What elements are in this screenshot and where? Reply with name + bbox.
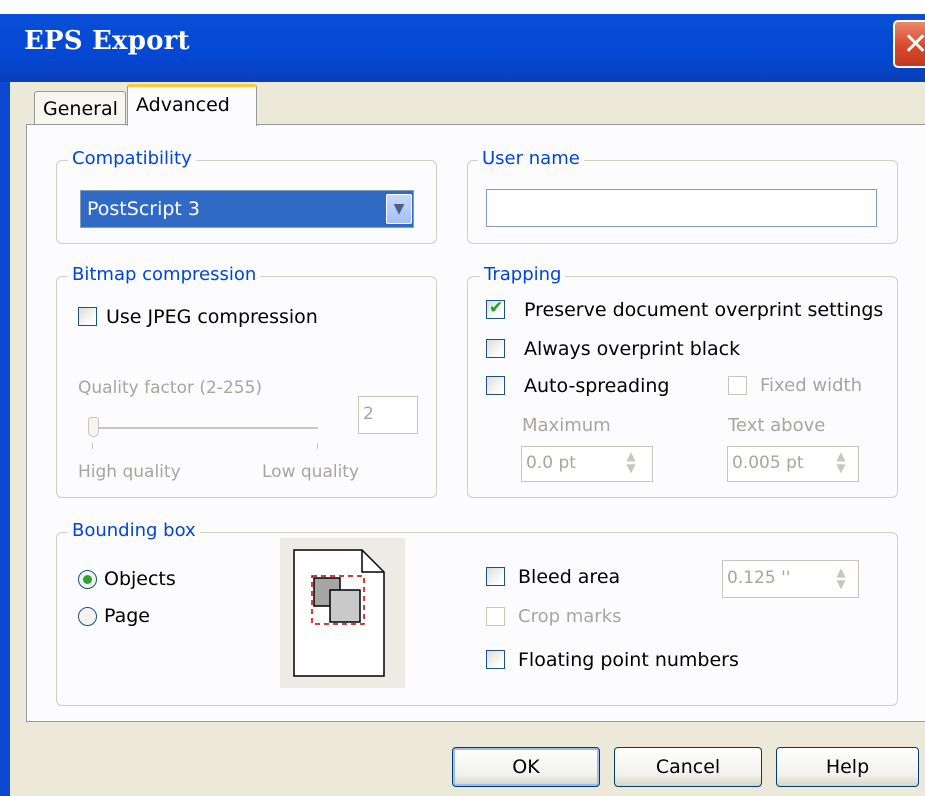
bleed-area-value: 0.125 '': [727, 568, 791, 588]
page-label: Page: [104, 605, 150, 627]
text-above-value: 0.005 pt: [732, 453, 804, 473]
quality-factor-label: Quality factor (2-255): [78, 378, 263, 398]
window-title: EPS Export: [24, 26, 190, 56]
checkmark-icon: ✔: [489, 298, 504, 318]
overprint-black-label: Always overprint black: [524, 338, 741, 360]
compatibility-legend: Compatibility: [68, 148, 196, 170]
slider-tick-high: [92, 443, 93, 449]
text-above-spin-arrows-icon[interactable]: ▲ ▼: [826, 450, 856, 476]
user-name-input[interactable]: [486, 189, 877, 227]
page-preview-icon: [293, 549, 385, 677]
objects-label: Objects: [104, 568, 176, 590]
bleed-area-label: Bleed area: [518, 566, 621, 588]
maximum-value: 0.0 pt: [526, 453, 576, 473]
bitmap-compression-legend: Bitmap compression: [68, 264, 261, 286]
high-quality-label: High quality: [78, 462, 181, 482]
chevron-down-icon[interactable]: ▼: [386, 194, 412, 224]
quality-slider-track[interactable]: [92, 427, 318, 429]
text-above-label: Text above: [728, 415, 826, 436]
bounding-box-group: [56, 532, 898, 706]
low-quality-label: Low quality: [262, 462, 360, 482]
trapping-legend: Trapping: [480, 264, 566, 286]
use-jpeg-label: Use JPEG compression: [106, 306, 318, 328]
cancel-button[interactable]: Cancel: [614, 747, 762, 787]
crop-marks-label: Crop marks: [518, 606, 622, 627]
auto-spreading-checkbox[interactable]: [486, 376, 505, 395]
preserve-overprint-checkbox[interactable]: ✔: [486, 298, 505, 319]
bounding-box-legend: Bounding box: [68, 520, 200, 542]
preserve-overprint-label: Preserve document overprint settings: [524, 299, 884, 321]
use-jpeg-checkbox[interactable]: [78, 307, 97, 326]
bleed-spin-arrows-icon[interactable]: ▲ ▼: [826, 566, 856, 592]
window-left-border: [0, 82, 10, 796]
floating-point-checkbox[interactable]: [486, 650, 505, 669]
radio-selected-dot: [83, 575, 92, 584]
auto-spreading-label: Auto-spreading: [524, 375, 670, 397]
tab-advanced[interactable]: Advanced: [127, 84, 257, 126]
tab-general[interactable]: General: [34, 91, 126, 125]
quality-factor-input[interactable]: 2: [358, 396, 418, 434]
close-button[interactable]: ✕: [893, 20, 925, 68]
ok-button[interactable]: OK: [452, 747, 600, 787]
overprint-black-checkbox[interactable]: [486, 339, 505, 358]
quality-slider-thumb[interactable]: [88, 417, 99, 437]
user-name-legend: User name: [478, 148, 584, 170]
compatibility-select[interactable]: PostScript 3: [80, 190, 414, 228]
floating-point-label: Floating point numbers: [518, 649, 739, 671]
help-button[interactable]: Help: [776, 747, 919, 787]
fixed-width-label: Fixed width: [760, 375, 862, 396]
bleed-area-checkbox[interactable]: [486, 567, 505, 586]
page-radio[interactable]: [78, 607, 97, 626]
maximum-spin-arrows-icon[interactable]: ▲ ▼: [616, 450, 646, 476]
crop-marks-checkbox[interactable]: [486, 607, 505, 626]
title-bar-top-strip: [0, 0, 925, 14]
bounding-box-preview: [280, 538, 405, 688]
close-icon: ✕: [903, 27, 925, 62]
slider-tick-low: [317, 443, 318, 449]
fixed-width-checkbox[interactable]: [728, 376, 747, 395]
maximum-label: Maximum: [522, 415, 611, 436]
compatibility-selected-value: PostScript 3: [87, 198, 200, 220]
objects-radio[interactable]: [78, 570, 97, 589]
